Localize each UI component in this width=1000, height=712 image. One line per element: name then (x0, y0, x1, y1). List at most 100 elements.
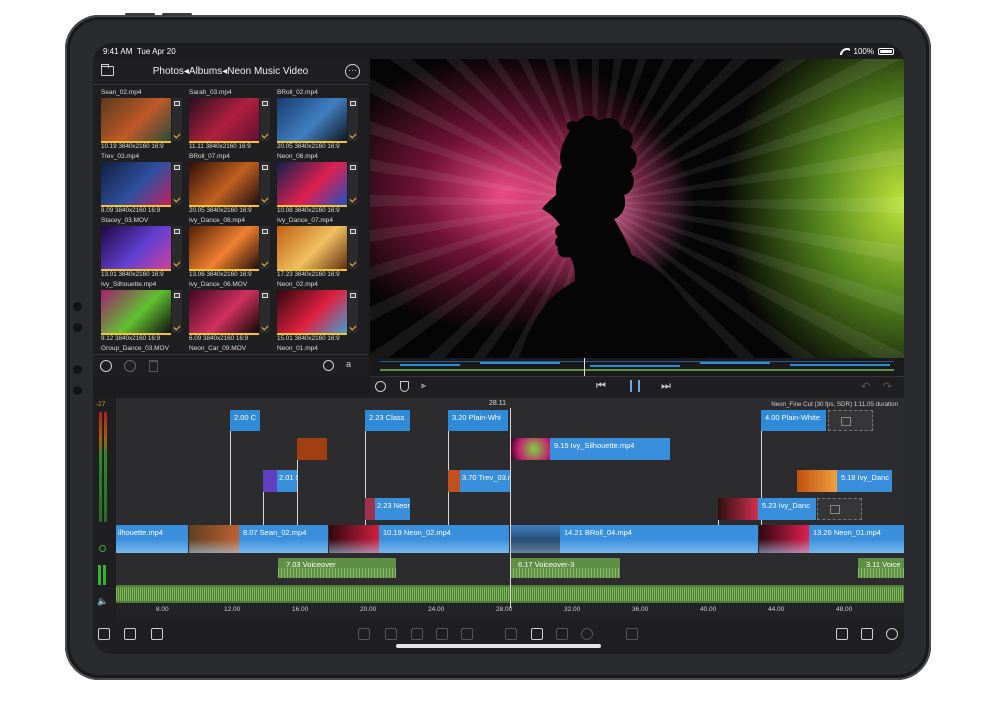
connected-clip[interactable]: 9.15 Ivy_Silhouette.mp4 (510, 438, 670, 460)
favorite-box-icon[interactable] (174, 229, 180, 234)
layout-icon[interactable] (836, 628, 848, 640)
used-check-icon (173, 259, 181, 267)
connected-clip[interactable]: 5.23 Ivy_Danc (718, 498, 816, 520)
clip-thumbnail[interactable] (189, 226, 259, 269)
meter-dot-icon[interactable] (99, 545, 106, 552)
title-clip[interactable]: 4.00 Plain-White (761, 410, 826, 431)
clip-thumbnail[interactable] (101, 162, 171, 205)
add-icon[interactable] (581, 628, 593, 640)
list-icon[interactable] (505, 628, 517, 640)
media-clip[interactable]: Ivy_Silhouette.mp4 9.12 3840x2160 16:9 (100, 281, 186, 345)
export-icon[interactable] (98, 628, 110, 640)
clip-thumbnail[interactable] (101, 226, 171, 269)
media-clip[interactable]: Ivy_Dance_06.MOV 6.09 3840x2160 16:9 (188, 281, 274, 345)
placeholder-clip[interactable] (828, 410, 873, 431)
clip-meta: 15.01 3840x2160 16:9 (277, 335, 340, 342)
clip-thumbnail[interactable] (189, 162, 259, 205)
record-icon[interactable] (124, 360, 136, 372)
pencil-icon[interactable] (436, 628, 448, 640)
timeline-overview[interactable] (370, 358, 904, 376)
timeline-options-icon[interactable] (151, 628, 163, 640)
favorite-box-icon[interactable] (350, 101, 356, 106)
select-check-icon[interactable] (100, 360, 112, 372)
speaker-icon[interactable]: 🔈 (97, 596, 108, 607)
connected-clip[interactable]: 5.18 Ivy_Danc (797, 470, 892, 492)
main-clip[interactable]: 8.07 Sean_02.mp4 (189, 525, 328, 553)
trash-icon[interactable] (149, 360, 158, 372)
main-clip[interactable]: 14.21 BRoll_04.mp4 (510, 525, 758, 553)
title-clip[interactable]: 2.00 C (230, 410, 260, 431)
link-icon[interactable] (411, 628, 423, 640)
overwrite-icon[interactable] (385, 628, 397, 640)
favorite-box-icon[interactable] (350, 229, 356, 234)
media-clip[interactable]: Ivy_Dance_07.mp4 17.23 3840x2160 16:9 (276, 217, 362, 281)
pause-icon[interactable] (630, 380, 640, 392)
media-clip[interactable]: Trev_03.mp4 8.09 3840x2160 16:9 (100, 153, 186, 217)
scissors-icon[interactable] (556, 628, 568, 640)
skip-forward-icon[interactable]: ⏭ (661, 380, 671, 393)
voiceover-clip[interactable]: 3.11 Voice (858, 558, 904, 578)
skip-back-icon[interactable]: ⏮ (596, 380, 606, 393)
favorite-box-icon[interactable] (262, 165, 268, 170)
clip-name: Ivy_Dance_07.mp4 (277, 217, 334, 224)
title-clip[interactable]: 2.23 Class (365, 410, 410, 431)
shield-icon[interactable] (400, 381, 409, 392)
media-clip[interactable]: Sean_02.mp4 10.19 3840x2160 16:9 (100, 89, 186, 153)
redo-icon[interactable]: ↷ (883, 380, 892, 393)
title-clip[interactable]: 3.20 Plain-Whi (448, 410, 508, 431)
clip-thumbnail[interactable] (189, 98, 259, 141)
media-clip[interactable]: BRoll_07.mp4 20.05 3840x2160 16:9 (188, 153, 274, 217)
media-clip[interactable]: Sarah_03.mp4 11.11 3840x2160 16:9 (188, 89, 274, 153)
camera-icon[interactable] (461, 628, 473, 640)
voiceover-clip[interactable]: 6.17 Voiceover-3 (510, 558, 620, 578)
favorite-box-icon[interactable] (174, 101, 180, 106)
main-clip[interactable]: ilhouette.mp4 (116, 525, 188, 553)
clip-thumbnail[interactable] (277, 290, 347, 333)
clip-thumbnail[interactable] (277, 98, 347, 141)
favorite-box-icon[interactable] (350, 293, 356, 298)
audio-wave-icon[interactable]: ⫸ (421, 380, 433, 392)
main-clip[interactable]: 13.26 Neon_01.mp4 (759, 525, 904, 553)
favorite-box-icon[interactable] (262, 293, 268, 298)
clip-thumbnail[interactable] (277, 162, 347, 205)
clip-thumbnail[interactable] (277, 226, 347, 269)
connected-clip[interactable]: 2.01 St (263, 470, 297, 492)
favorite-box-icon[interactable] (262, 229, 268, 234)
favorite-box-icon[interactable] (262, 101, 268, 106)
favorite-box-icon[interactable] (174, 165, 180, 170)
checkbox-icon[interactable] (531, 628, 543, 640)
more-options-icon[interactable]: ··· (345, 64, 360, 79)
video-viewer[interactable] (370, 59, 904, 358)
bottom-toolbar (93, 618, 904, 654)
timeline[interactable]: -27 🔈 28.11 Neon_Fine Cut (30 fps, SDR) … (93, 398, 904, 618)
inspector-icon[interactable] (124, 628, 136, 640)
media-clip[interactable]: Ivy_Dance_08.mp4 13.06 3840x2160 16:9 (188, 217, 274, 281)
media-clip[interactable]: Stacey_03.MOV 13.01 3840x2160 16:9 (100, 217, 186, 281)
clip-name: Sean_02.mp4 (101, 89, 142, 96)
media-clip[interactable]: Neon_02.mp4 15.01 3840x2160 16:9 (276, 281, 362, 345)
favorite-box-icon[interactable] (174, 293, 180, 298)
favorite-box-icon[interactable] (350, 165, 356, 170)
voiceover-clip[interactable]: 7.03 Voiceover (278, 558, 396, 578)
trash-icon[interactable] (626, 628, 638, 640)
clip-thumbnail[interactable] (101, 290, 171, 333)
clip-thumbnail[interactable] (101, 98, 171, 141)
settings-gear-icon[interactable] (886, 628, 898, 640)
info-icon[interactable] (375, 381, 386, 392)
main-clip[interactable]: 10.19 Neon_02.mp4 (329, 525, 509, 553)
connected-clip[interactable]: 3.70 Trev_03.m (448, 470, 510, 492)
media-clip[interactable]: BRoll_02.mp4 20.05 3840x2160 16:9 (276, 89, 362, 153)
insert-icon[interactable] (358, 628, 370, 640)
album-breadcrumb[interactable]: Photos◂Albums◂Neon Music Video (93, 66, 368, 77)
connected-clip[interactable]: 2.23 Neon (365, 498, 410, 520)
playhead[interactable] (510, 408, 511, 608)
media-clip[interactable]: Neon_06.mp4 10.08 3840x2160 16:9 (276, 153, 362, 217)
undo-icon[interactable]: ↶ (861, 380, 870, 393)
placeholder-clip[interactable] (817, 498, 862, 520)
clip-thumb-only[interactable] (297, 438, 327, 460)
clip-connector (297, 460, 299, 525)
share-icon[interactable] (861, 628, 873, 640)
sort-icon[interactable]: a (346, 359, 358, 372)
search-icon[interactable] (323, 360, 334, 371)
clip-thumbnail[interactable] (189, 290, 259, 333)
